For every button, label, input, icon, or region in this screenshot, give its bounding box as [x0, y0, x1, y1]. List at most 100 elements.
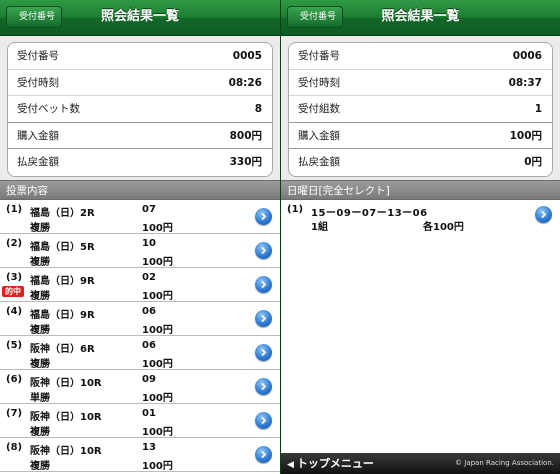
bet-numbers: 06	[142, 340, 156, 351]
bet-amount: 100円	[142, 291, 173, 302]
bet-index: (8)	[6, 442, 23, 453]
bet-amount: 100円	[142, 359, 173, 370]
section-header-bet-content: 投票内容	[0, 180, 280, 200]
chevron-right-circle-icon[interactable]	[255, 242, 272, 259]
pick-combination: 15ー09ー07ー13ー06	[311, 208, 428, 219]
bet-type: 複勝	[30, 427, 50, 438]
bet-index: (5)	[6, 340, 23, 351]
top-menu-button[interactable]: ◀ トップメニュー	[287, 453, 374, 474]
bet-numbers: 02	[142, 272, 156, 283]
bet-race: 福島（日）9R	[30, 276, 95, 287]
bet-type: 複勝	[30, 291, 50, 302]
chevron-right-circle-icon[interactable]	[255, 208, 272, 225]
summary-label: 購入金額	[298, 129, 340, 142]
bet-numbers: 10	[142, 238, 156, 249]
bet-numbers: 06	[142, 306, 156, 317]
bet-amount: 100円	[142, 257, 173, 268]
navigation-bar: 受付番号 照会結果一覧	[281, 0, 560, 36]
summary-area: 受付番号 0005 受付時刻 08:26 受付ベット数 8 購入金額 800円 …	[0, 36, 280, 180]
bet-race: 阪神（日）10R	[30, 446, 102, 457]
bet-race: 阪神（日）6R	[30, 344, 95, 355]
bet-numbers: 09	[142, 374, 156, 385]
summary-row-payout-amount: 払戻金額 330円	[8, 149, 272, 176]
pick-list: (1) 15ー09ー07ー13ー06 1組 各100円	[281, 200, 560, 450]
bet-amount: 100円	[142, 223, 173, 234]
chevron-right-circle-icon[interactable]	[255, 310, 272, 327]
bet-numbers: 07	[142, 204, 156, 215]
summary-label: 受付番号	[17, 50, 59, 62]
page-title: 照会結果一覧	[100, 9, 179, 24]
summary-label: 受付番号	[298, 50, 340, 62]
bet-row[interactable]: (3) 的中 福島（日）9R 複勝 02 100円	[0, 268, 280, 302]
summary-value: 0円	[524, 156, 542, 168]
summary-value: 330円	[229, 156, 262, 168]
bet-amount: 100円	[142, 393, 173, 404]
summary-row-receipt-number: 受付番号 0006	[289, 43, 552, 70]
bet-index: (1)	[6, 204, 23, 215]
right-panel: 受付番号 照会結果一覧 受付番号 0006 受付時刻 08:37 受付組数 1 …	[280, 0, 560, 474]
summary-label: 受付組数	[298, 103, 340, 115]
chevron-right-circle-icon[interactable]	[255, 412, 272, 429]
left-panel: 受付番号 照会結果一覧 受付番号 0005 受付時刻 08:26 受付ベット数 …	[0, 0, 280, 474]
summary-value: 0006	[512, 50, 542, 62]
chevron-right-circle-icon[interactable]	[255, 378, 272, 395]
bet-row[interactable]: (4) 福島（日）9R 複勝 06 100円	[0, 302, 280, 336]
summary-value: 800円	[229, 129, 262, 142]
summary-area: 受付番号 0006 受付時刻 08:37 受付組数 1 購入金額 100円 払戻…	[281, 36, 560, 180]
summary-label: 払戻金額	[17, 156, 59, 168]
bet-index: (4)	[6, 306, 23, 317]
bet-index: (3)	[6, 272, 23, 283]
summary-value: 08:26	[228, 76, 262, 89]
summary-label: 受付時刻	[17, 76, 59, 89]
navigation-bar: 受付番号 照会結果一覧	[0, 0, 280, 36]
summary-value: 100円	[509, 129, 542, 142]
page-title: 照会結果一覧	[381, 9, 460, 24]
bet-row[interactable]: (5) 阪神（日）6R 複勝 06 100円	[0, 336, 280, 370]
pick-set-count: 1組	[311, 222, 328, 233]
summary-row-set-count: 受付組数 1	[289, 96, 552, 123]
summary-label: 受付ベット数	[17, 103, 80, 115]
summary-row-payout-amount: 払戻金額 0円	[289, 149, 552, 176]
summary-row-bet-count: 受付ベット数 8	[8, 96, 272, 123]
summary-card: 受付番号 0006 受付時刻 08:37 受付組数 1 購入金額 100円 払戻…	[288, 42, 553, 177]
summary-card: 受付番号 0005 受付時刻 08:26 受付ベット数 8 購入金額 800円 …	[7, 42, 273, 177]
summary-row-receipt-time: 受付時刻 08:37	[289, 70, 552, 96]
summary-value: 0005	[232, 50, 262, 62]
bet-type: 複勝	[30, 223, 50, 234]
bet-numbers: 13	[142, 442, 156, 453]
bet-race: 福島（日）5R	[30, 242, 95, 253]
chevron-right-circle-icon[interactable]	[255, 344, 272, 361]
bet-list: (1) 福島（日）2R 複勝 07 100円 (2) 福島（日）5R 複勝 10…	[0, 200, 280, 472]
chevron-right-circle-icon[interactable]	[255, 276, 272, 293]
bet-row[interactable]: (8) 阪神（日）10R 複勝 13 100円	[0, 438, 280, 472]
summary-row-receipt-number: 受付番号 0005	[8, 43, 272, 70]
bet-type: 複勝	[30, 359, 50, 370]
bet-row[interactable]: (1) 福島（日）2R 複勝 07 100円	[0, 200, 280, 234]
section-header-bet-type: 日曜日[完全セレクト]	[281, 180, 560, 200]
chevron-right-circle-icon[interactable]	[255, 446, 272, 463]
bottom-toolbar: ◀ トップメニュー © Japan Racing Association.	[281, 453, 560, 474]
bet-race: 阪神（日）10R	[30, 412, 102, 423]
triangle-left-icon: ◀	[287, 460, 294, 470]
bet-amount: 100円	[142, 325, 173, 336]
summary-label: 購入金額	[17, 129, 59, 142]
copyright-text: © Japan Racing Association.	[455, 459, 554, 467]
chevron-right-circle-icon[interactable]	[535, 206, 552, 223]
bet-row[interactable]: (7) 阪神（日）10R 複勝 01 100円	[0, 404, 280, 438]
bet-amount: 100円	[142, 461, 173, 472]
bet-amount: 100円	[142, 427, 173, 438]
hit-badge: 的中	[2, 286, 24, 297]
pick-row[interactable]: (1) 15ー09ー07ー13ー06 1組 各100円	[281, 200, 560, 233]
bet-index: (7)	[6, 408, 23, 419]
bet-type: 複勝	[30, 461, 50, 472]
bet-index: (6)	[6, 374, 23, 385]
bet-numbers: 01	[142, 408, 156, 419]
bet-row[interactable]: (6) 阪神（日）10R 単勝 09 100円	[0, 370, 280, 404]
summary-value: 8	[254, 103, 262, 115]
bet-race: 阪神（日）10R	[30, 378, 102, 389]
bet-index: (2)	[6, 238, 23, 249]
summary-row-receipt-time: 受付時刻 08:26	[8, 70, 272, 96]
summary-value: 1	[534, 103, 542, 115]
bet-row[interactable]: (2) 福島（日）5R 複勝 10 100円	[0, 234, 280, 268]
summary-value: 08:37	[508, 76, 542, 89]
